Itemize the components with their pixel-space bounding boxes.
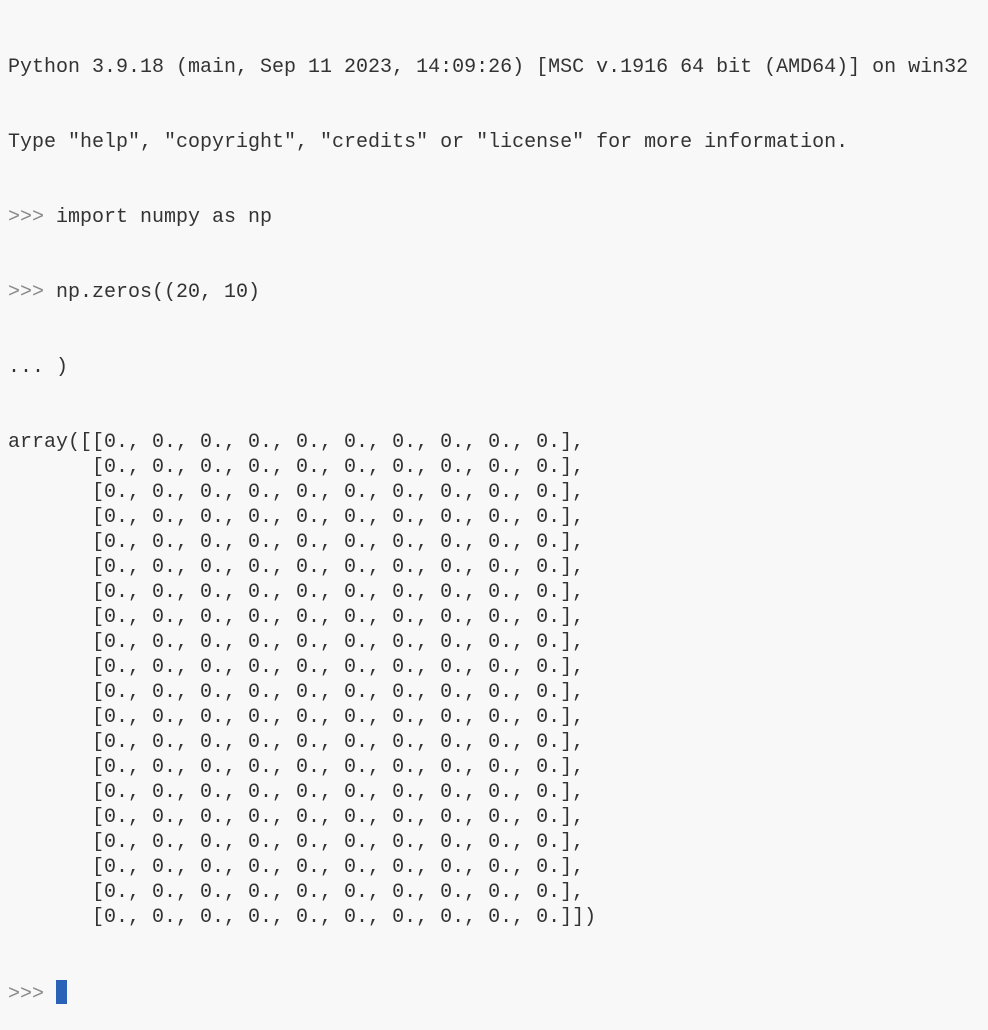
output-line: [0., 0., 0., 0., 0., 0., 0., 0., 0., 0.]… [8,906,597,929]
command: ) [56,356,69,379]
output-line: [0., 0., 0., 0., 0., 0., 0., 0., 0., 0.]… [8,756,585,779]
output-line: [0., 0., 0., 0., 0., 0., 0., 0., 0., 0.]… [8,556,585,579]
output-line: [0., 0., 0., 0., 0., 0., 0., 0., 0., 0.]… [8,456,585,479]
banner-line: Type "help", "copyright", "credits" or "… [8,131,849,154]
python-console[interactable]: Python 3.9.18 (main, Sep 11 2023, 14:09:… [8,5,968,1030]
command: import numpy as np [56,206,273,229]
text-cursor [56,980,68,1004]
output-line: [0., 0., 0., 0., 0., 0., 0., 0., 0., 0.]… [8,506,585,529]
prompt: >>> [8,206,57,229]
output-line: [0., 0., 0., 0., 0., 0., 0., 0., 0., 0.]… [8,831,585,854]
continuation-prompt: ... [8,356,57,379]
output-line: [0., 0., 0., 0., 0., 0., 0., 0., 0., 0.]… [8,681,585,704]
output-line: [0., 0., 0., 0., 0., 0., 0., 0., 0., 0.]… [8,581,585,604]
input-line: >>> import numpy as np [8,205,968,230]
output-line: [0., 0., 0., 0., 0., 0., 0., 0., 0., 0.]… [8,656,585,679]
active-input-line[interactable]: >>> [8,980,968,1006]
output-line: [0., 0., 0., 0., 0., 0., 0., 0., 0., 0.]… [8,606,585,629]
output-line: [0., 0., 0., 0., 0., 0., 0., 0., 0., 0.]… [8,631,585,654]
output-line: [0., 0., 0., 0., 0., 0., 0., 0., 0., 0.]… [8,731,585,754]
output-block: array([[0., 0., 0., 0., 0., 0., 0., 0., … [8,430,968,930]
output-line: array([[0., 0., 0., 0., 0., 0., 0., 0., … [8,431,585,454]
continuation-line: ... ) [8,355,968,380]
banner-line: Python 3.9.18 (main, Sep 11 2023, 14:09:… [8,56,969,79]
output-line: [0., 0., 0., 0., 0., 0., 0., 0., 0., 0.]… [8,781,585,804]
output-line: [0., 0., 0., 0., 0., 0., 0., 0., 0., 0.]… [8,806,585,829]
output-line: [0., 0., 0., 0., 0., 0., 0., 0., 0., 0.]… [8,881,585,904]
prompt: >>> [8,281,57,304]
input-line: >>> np.zeros((20, 10) [8,280,968,305]
output-line: [0., 0., 0., 0., 0., 0., 0., 0., 0., 0.]… [8,706,585,729]
output-line: [0., 0., 0., 0., 0., 0., 0., 0., 0., 0.]… [8,856,585,879]
command: np.zeros((20, 10) [56,281,261,304]
prompt: >>> [8,983,57,1006]
output-line: [0., 0., 0., 0., 0., 0., 0., 0., 0., 0.]… [8,531,585,554]
output-line: [0., 0., 0., 0., 0., 0., 0., 0., 0., 0.]… [8,481,585,504]
